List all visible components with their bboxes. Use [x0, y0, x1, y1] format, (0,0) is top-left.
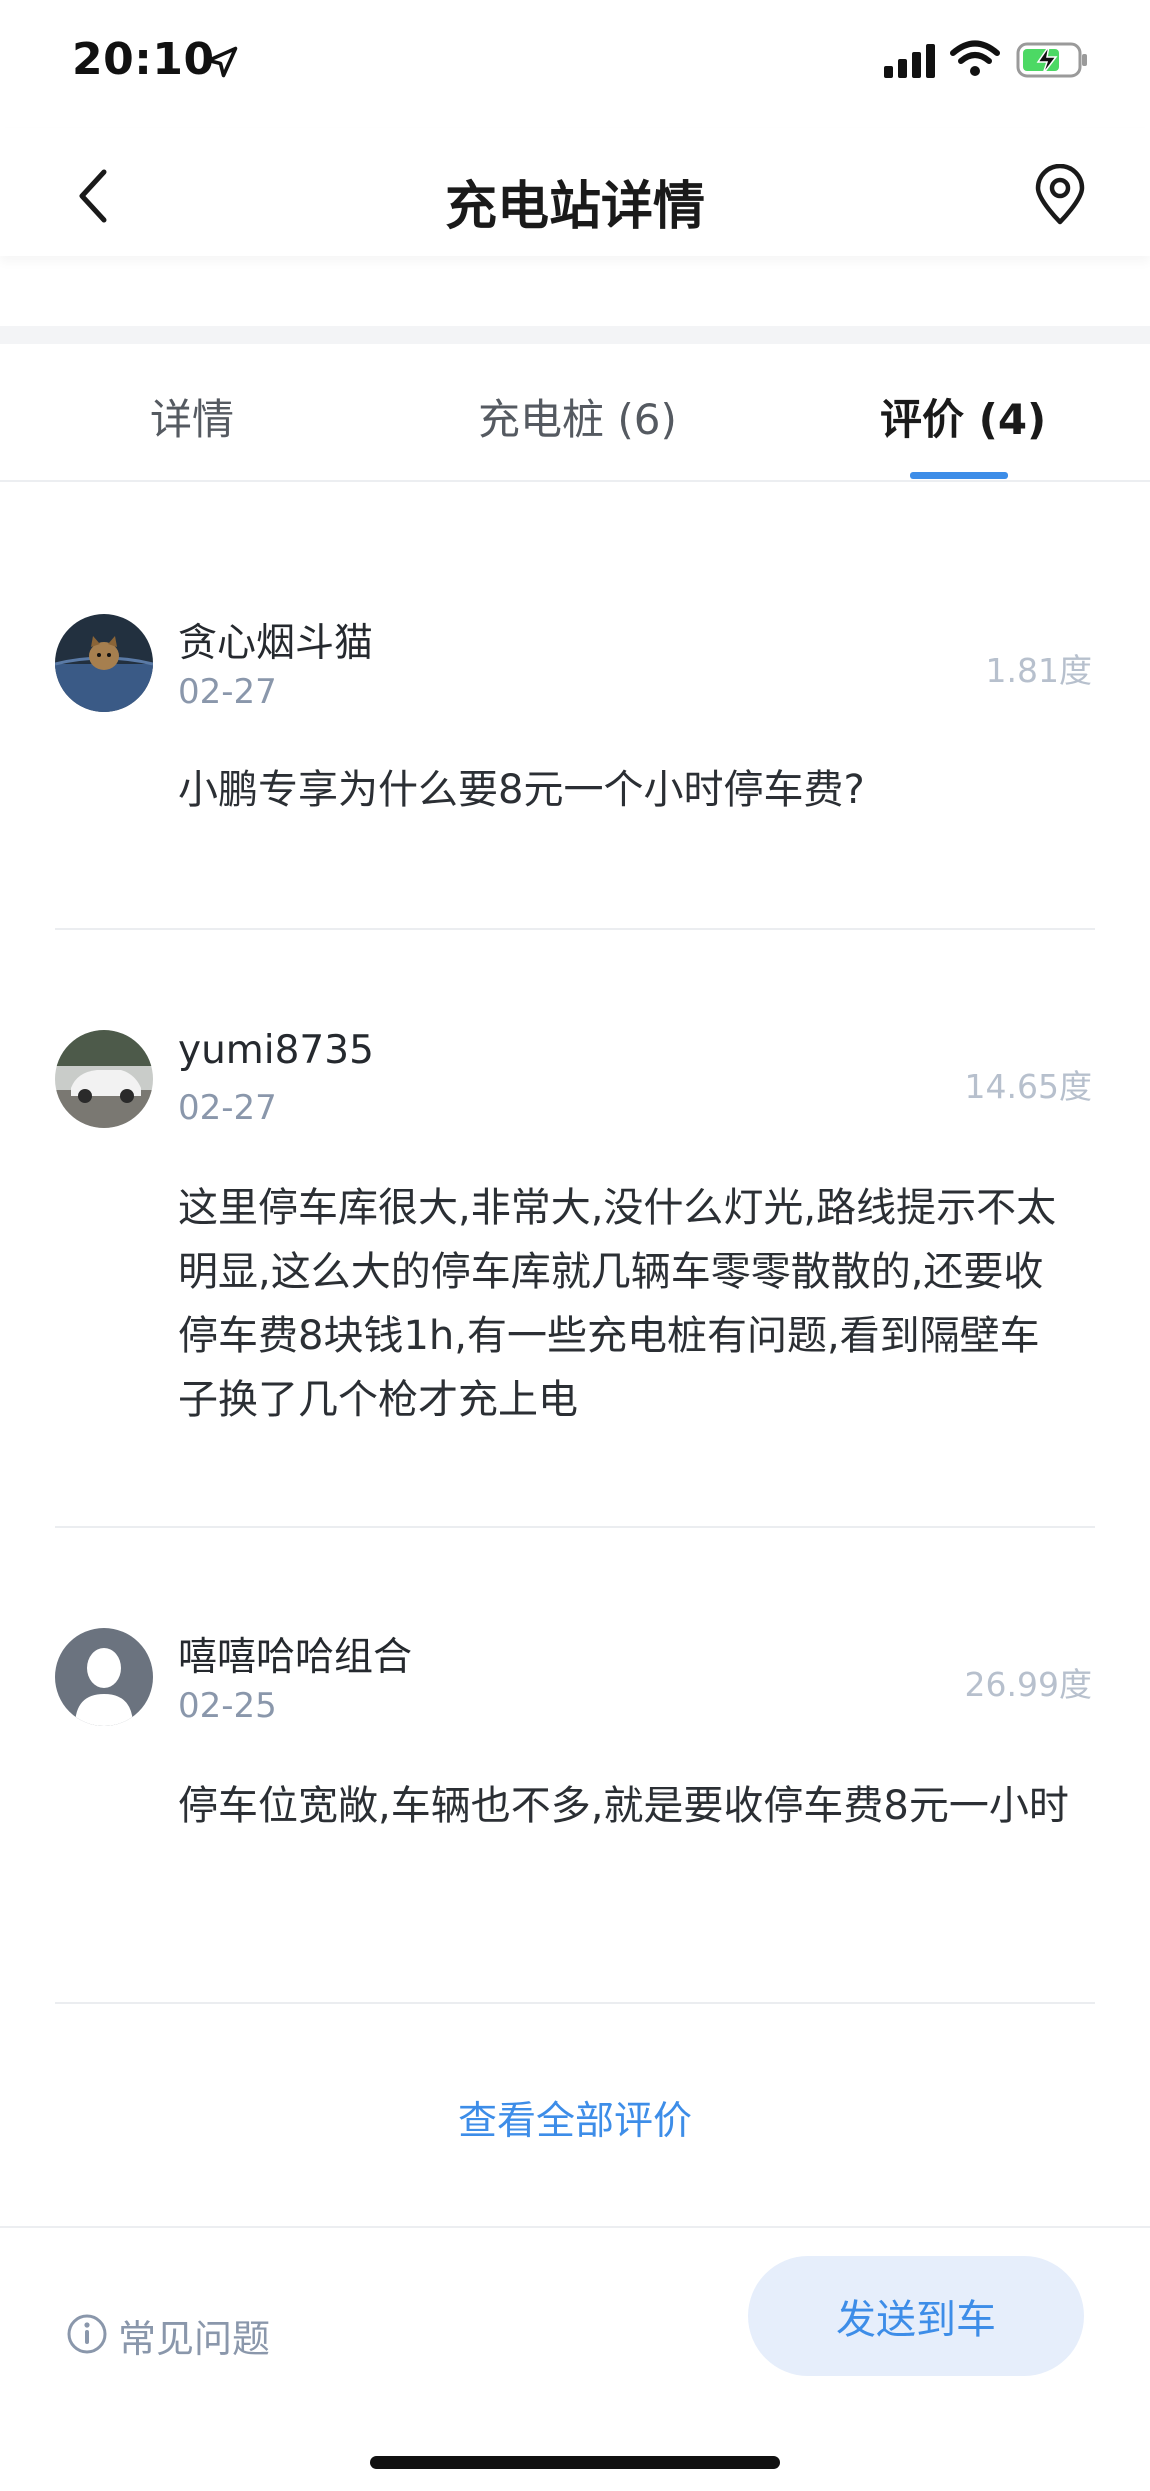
tab-details[interactable]: 详情: [150, 386, 234, 447]
section-gap: [0, 326, 1150, 344]
active-tab-indicator: [910, 472, 1008, 479]
avatar[interactable]: [55, 614, 153, 712]
avatar[interactable]: [55, 1628, 153, 1726]
send-to-car-button[interactable]: 发送到车: [748, 2256, 1084, 2376]
info-circle-icon: [66, 2313, 108, 2359]
location-arrow-icon: [204, 44, 240, 84]
divider: [55, 2002, 1095, 2004]
charge-amount: 26.99度: [964, 1665, 1092, 1704]
review-date: 02-27: [178, 1088, 277, 1128]
charge-amount: 1.81度: [985, 651, 1092, 690]
review-text: 小鹏专享为什么要8元一个小时停车费?: [178, 767, 865, 813]
cellular-signal-icon: [884, 44, 938, 82]
review-text: 这里停车库很大,非常大,没什么灯光,路线提示不太明显,这么大的停车库就几辆车零零…: [178, 1185, 1057, 1423]
reviewer-name: 贪心烟斗猫: [178, 621, 374, 666]
location-pin-icon[interactable]: [1032, 163, 1088, 230]
page-title: 充电站详情: [444, 177, 705, 237]
review-date: 02-25: [178, 1686, 277, 1726]
divider: [55, 928, 1095, 930]
avatar[interactable]: [55, 1030, 153, 1128]
bottom-action-bar: 常见问题 发送到车: [0, 2226, 1150, 2491]
divider: [55, 1526, 1095, 1528]
tab-chargers[interactable]: 充电桩 (6): [478, 386, 677, 447]
status-time: 20:10: [72, 34, 215, 85]
reviewer-name: yumi8735: [178, 1028, 374, 1073]
tab-reviews[interactable]: 评价 (4): [880, 386, 1046, 447]
faq-label: 常见问题: [118, 2317, 271, 2361]
home-indicator: [370, 2456, 780, 2469]
charge-amount: 14.65度: [964, 1067, 1092, 1106]
wifi-icon: [950, 40, 1000, 82]
battery-charging-icon: [1016, 40, 1090, 84]
status-bar: 20:10: [0, 0, 1150, 128]
review-text: 停车位宽敞,车辆也不多,就是要收停车费8元一小时: [178, 1783, 1069, 1829]
nav-bar: 充电站详情: [0, 128, 1150, 256]
tab-bar: 详情 充电桩 (6) 评价 (4): [0, 344, 1150, 482]
faq-link[interactable]: 常见问题: [66, 2308, 270, 2363]
review-date: 02-27: [178, 672, 277, 712]
view-all-reviews-link[interactable]: 查看全部评价: [0, 2090, 1150, 2146]
reviewer-name: 嘻嘻哈哈组合: [178, 1635, 413, 1680]
